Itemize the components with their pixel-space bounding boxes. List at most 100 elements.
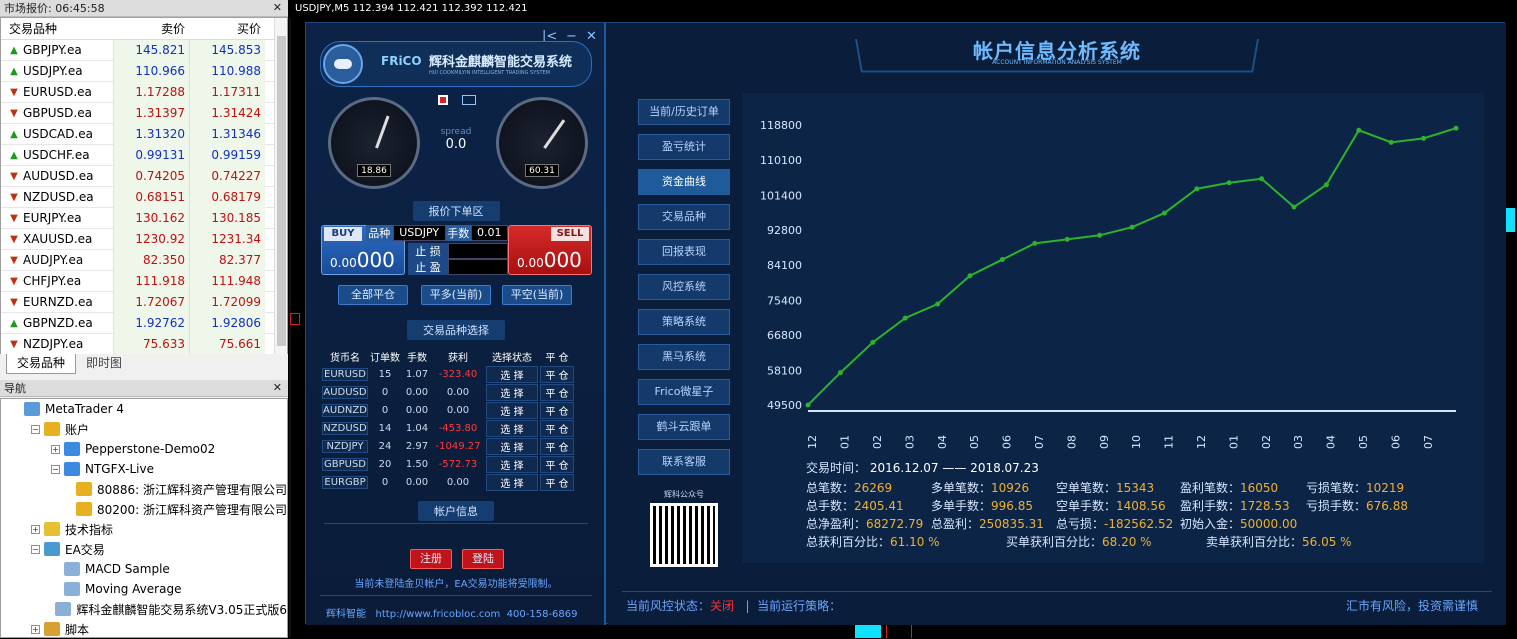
- footer-url[interactable]: http://www.fricobloc.com: [376, 609, 501, 620]
- stat-value: 10926: [991, 481, 1030, 495]
- market-row[interactable]: ▲ GBPJPY.ea 145.821 145.853: [1, 39, 287, 61]
- market-row[interactable]: ▼ NZDJPY.ea 75.633 75.661: [1, 333, 287, 355]
- symbol-name: EURNZD.ea: [23, 295, 93, 309]
- menu-item[interactable]: 风控系统: [638, 274, 730, 300]
- market-row[interactable]: ▼ EURUSD.ea 1.17288 1.17311: [1, 81, 287, 103]
- market-row[interactable]: ▲ USDCAD.ea 1.31320 1.31346: [1, 123, 287, 145]
- tp-input[interactable]: [448, 259, 508, 275]
- close-buy-button[interactable]: 平多(当前): [421, 285, 491, 305]
- menu-item[interactable]: Frico微星子: [638, 379, 730, 405]
- market-row[interactable]: ▼ CHFJPY.ea 111.918 111.948: [1, 270, 287, 292]
- bid-price: 1.72067: [113, 291, 189, 313]
- symbol-input[interactable]: USDJPY: [392, 225, 446, 241]
- gauge-needle: [543, 119, 566, 149]
- nav-item[interactable]: + 技术指标: [1, 519, 287, 539]
- stat-item: 总亏损：-182562.52: [1056, 515, 1173, 532]
- market-row[interactable]: ▼ GBPUSD.ea 1.31397 1.31424: [1, 102, 287, 124]
- market-row[interactable]: ▲ USDJPY.ea 110.966 110.988: [1, 60, 287, 82]
- menu-item[interactable]: 资金曲线: [638, 169, 730, 195]
- collapse-icon[interactable]: −: [31, 424, 40, 434]
- close-all-button[interactable]: 全部平仓: [338, 285, 408, 305]
- select-button[interactable]: 选 择: [486, 365, 538, 383]
- menu-item[interactable]: 回报表现: [638, 239, 730, 265]
- close-icon[interactable]: ✕: [273, 381, 282, 394]
- market-row[interactable]: ▲ USDCHF.ea 0.99131 0.99159: [1, 144, 287, 166]
- row-profit: 0.00: [446, 476, 470, 488]
- sell-button[interactable]: SELL 0.00000: [508, 225, 592, 275]
- market-row[interactable]: ▼ EURNZD.ea 1.72067 1.72099: [1, 291, 287, 313]
- nav-item[interactable]: 80200: 浙江辉科资产管理有限公司: [1, 499, 287, 519]
- select-button[interactable]: 选 择: [486, 455, 538, 473]
- menu-item[interactable]: 当前/历史订单: [638, 99, 730, 125]
- x-tick-label: 03: [903, 435, 916, 449]
- select-button[interactable]: 选 择: [486, 473, 538, 491]
- menu-item[interactable]: 策略系统: [638, 309, 730, 335]
- data-point: [1097, 232, 1103, 238]
- market-watch-rows: ▲ GBPJPY.ea 145.821 145.853 ▲ USDJPY.ea 110…: [1, 39, 287, 355]
- tp-label: 止 盈: [408, 259, 448, 275]
- left-pane: 市场报价: 06:45:58 ✕ 交易品种 卖价 买价 ▲ GBPJPY.ea 1…: [0, 0, 288, 638]
- expand-icon[interactable]: +: [31, 524, 40, 534]
- col-symbol[interactable]: 交易品种: [1, 20, 113, 37]
- nav-item[interactable]: + 脚本: [1, 619, 287, 639]
- close-icon[interactable]: ✕: [586, 29, 597, 44]
- expand-icon[interactable]: +: [31, 624, 40, 634]
- register-button[interactable]: 注册: [410, 549, 452, 569]
- select-button[interactable]: 选 择: [486, 401, 538, 419]
- market-row[interactable]: ▼ EURJPY.ea 130.162 130.185: [1, 207, 287, 229]
- stat-item: 初始入金：50000.00: [1180, 515, 1297, 532]
- menu-item[interactable]: 盈亏统计: [638, 134, 730, 160]
- arrow-down-icon: ▼: [10, 233, 18, 245]
- select-button[interactable]: 选 择: [486, 419, 538, 437]
- nav-item[interactable]: + Pepperstone-Demo02: [1, 439, 287, 459]
- row-close-button[interactable]: 平 仓: [540, 419, 574, 437]
- market-row[interactable]: ▼ XAUUSD.ea 1230.92 1231.34: [1, 228, 287, 250]
- nav-item[interactable]: MetaTrader 4: [1, 399, 287, 419]
- nav-item[interactable]: 80886: 浙江辉科资产管理有限公司: [1, 479, 287, 499]
- stat-label: 总亏损：: [1056, 517, 1105, 531]
- nav-item[interactable]: − EA交易: [1, 539, 287, 559]
- col-ask[interactable]: 买价: [189, 20, 265, 37]
- monitor-icon[interactable]: [462, 95, 476, 105]
- stat-label: 卖单获利百分比：: [1206, 535, 1303, 549]
- lot-input[interactable]: 0.01: [470, 225, 508, 241]
- symbol-name: GBPUSD.ea: [23, 106, 92, 120]
- nav-item[interactable]: MACD Sample: [1, 559, 287, 579]
- expand-icon[interactable]: +: [51, 444, 60, 454]
- nav-item[interactable]: − 账户: [1, 419, 287, 439]
- row-close-button[interactable]: 平 仓: [540, 365, 574, 383]
- row-close-button[interactable]: 平 仓: [540, 473, 574, 491]
- row-close-button[interactable]: 平 仓: [540, 401, 574, 419]
- nav-item[interactable]: Moving Average: [1, 579, 287, 599]
- nav-item[interactable]: − NTGFX-Live: [1, 459, 287, 479]
- collapse-icon[interactable]: −: [51, 464, 60, 474]
- menu-item[interactable]: 黑马系统: [638, 344, 730, 370]
- menu-item[interactable]: 联系客服: [638, 449, 730, 475]
- market-row[interactable]: ▼ AUDUSD.ea 0.74205 0.74227: [1, 165, 287, 187]
- tab-symbols[interactable]: 交易品种: [6, 354, 77, 374]
- nav-item[interactable]: 辉科金麒麟智能交易系统V3.05正式版6: [1, 599, 287, 619]
- market-row[interactable]: ▼ NZDUSD.ea 0.68151 0.68179: [1, 186, 287, 208]
- row-close-button[interactable]: 平 仓: [540, 437, 574, 455]
- menu-item[interactable]: 交易品种: [638, 204, 730, 230]
- row-close-button[interactable]: 平 仓: [540, 383, 574, 401]
- scrollbar-thumb[interactable]: [277, 36, 286, 346]
- market-row[interactable]: ▲ GBPNZD.ea 1.92762 1.92806: [1, 312, 287, 334]
- market-row[interactable]: ▼ AUDJPY.ea 82.350 82.377: [1, 249, 287, 271]
- col-bid[interactable]: 卖价: [113, 20, 189, 37]
- tab-tick-chart[interactable]: 即时图: [76, 354, 132, 374]
- close-sell-button[interactable]: 平空(当前): [502, 285, 572, 305]
- row-close-button[interactable]: 平 仓: [540, 455, 574, 473]
- sl-input[interactable]: [448, 243, 508, 259]
- stat-value: 10219: [1366, 481, 1405, 495]
- stop-icon[interactable]: [438, 95, 448, 105]
- select-button[interactable]: 选 择: [486, 437, 538, 455]
- vertical-scrollbar[interactable]: [274, 18, 287, 354]
- collapse-icon[interactable]: −: [31, 544, 40, 554]
- row-symbol: ▲ USDCHF.ea: [1, 145, 113, 166]
- select-button[interactable]: 选 择: [486, 383, 538, 401]
- login-button[interactable]: 登陆: [462, 549, 504, 569]
- splitter[interactable]: [289, 18, 291, 638]
- menu-item[interactable]: 鹤斗云跟单: [638, 414, 730, 440]
- close-icon[interactable]: ✕: [273, 1, 282, 14]
